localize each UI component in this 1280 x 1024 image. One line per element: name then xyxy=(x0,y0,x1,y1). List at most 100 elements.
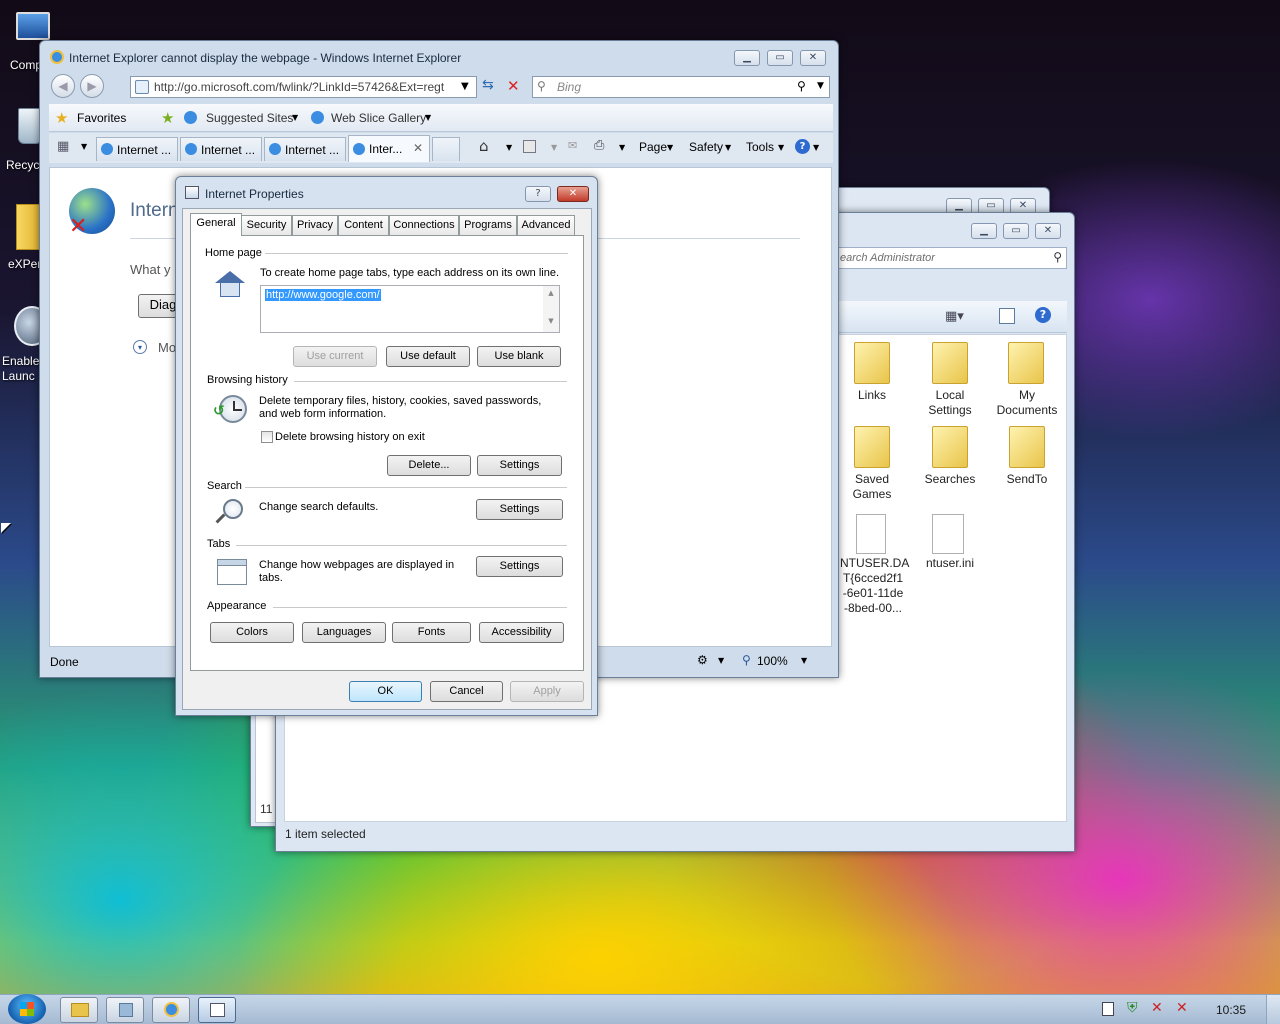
chevron-down-icon[interactable]: ▼ xyxy=(667,143,673,152)
print-icon[interactable]: ⎙ xyxy=(594,138,604,153)
browser-tab[interactable]: Internet ... xyxy=(96,137,178,161)
more-information-link[interactable]: Mo xyxy=(158,340,176,355)
expand-more-icon[interactable]: ▾ xyxy=(133,340,147,354)
chevron-down-icon[interactable]: ▼ xyxy=(619,143,625,152)
taskbar-app-button[interactable] xyxy=(106,997,144,1023)
web-slice-gallery-link[interactable]: Web Slice Gallery xyxy=(331,111,426,125)
chevron-down-icon[interactable]: ▼ xyxy=(801,656,807,665)
back-button[interactable]: ◀ xyxy=(51,74,75,98)
stop-icon[interactable]: ✕ xyxy=(507,77,520,95)
home-icon[interactable]: ⌂ xyxy=(479,137,489,155)
delete-history-button[interactable]: Delete... xyxy=(387,455,471,476)
tools-menu[interactable]: Tools xyxy=(746,140,774,154)
languages-button[interactable]: Languages xyxy=(302,622,386,643)
clock[interactable]: 10:35 xyxy=(1216,1003,1246,1017)
security-shield-icon[interactable]: ⛨ xyxy=(1127,1000,1138,1016)
search-input[interactable]: earch Administrator ⚲ xyxy=(831,247,1067,269)
use-blank-button[interactable]: Use blank xyxy=(477,346,561,367)
tab-list-icon[interactable]: ▼ xyxy=(81,142,87,151)
search-icon[interactable]: ⚲ xyxy=(797,79,806,93)
taskbar-explorer-button[interactable] xyxy=(60,997,98,1023)
tab-content[interactable]: Content xyxy=(338,215,389,235)
zoom-level[interactable]: 100% xyxy=(757,654,788,668)
notification-icon[interactable] xyxy=(1102,1002,1114,1016)
folder-my-documents[interactable]: My Documents xyxy=(992,338,1062,418)
taskbar-ie-button[interactable] xyxy=(152,997,190,1023)
use-default-button[interactable]: Use default xyxy=(386,346,470,367)
folder-local-settings[interactable]: Local Settings xyxy=(918,338,982,418)
add-favorites-icon[interactable]: ★ xyxy=(161,109,174,127)
read-mail-icon[interactable]: ✉ xyxy=(568,139,577,152)
search-input[interactable]: ⚲ Bing ⚲ ▼ xyxy=(532,76,830,98)
chevron-down-icon[interactable]: ▼ xyxy=(813,143,819,152)
folder-links[interactable]: Links xyxy=(842,338,902,404)
folder-sendto[interactable]: SendTo xyxy=(996,422,1058,488)
feeds-icon[interactable] xyxy=(523,140,536,153)
ok-button[interactable]: OK xyxy=(349,681,422,702)
tabs-settings-button[interactable]: Settings xyxy=(476,556,563,577)
tab-advanced[interactable]: Advanced xyxy=(517,215,575,235)
search-options-icon[interactable]: ▼ xyxy=(817,81,824,91)
history-settings-button[interactable]: Settings xyxy=(477,455,562,476)
chevron-down-icon[interactable]: ▼ xyxy=(725,143,731,152)
minimize-button[interactable]: ▁ xyxy=(971,223,997,239)
use-current-button[interactable]: Use current xyxy=(293,346,377,367)
maximize-button[interactable]: ▭ xyxy=(1003,223,1029,239)
help-icon[interactable]: ? xyxy=(795,139,810,154)
close-button[interactable]: ✕ xyxy=(1035,223,1061,239)
network-icon[interactable]: ✕ xyxy=(1151,1000,1163,1016)
chevron-down-icon[interactable]: ▼ xyxy=(778,143,784,152)
tab-security[interactable]: Security xyxy=(241,215,292,235)
suggested-sites-link[interactable]: Suggested Sites xyxy=(206,111,293,125)
close-tab-icon[interactable]: ✕ xyxy=(413,141,423,155)
help-button[interactable]: ? xyxy=(525,186,551,202)
chevron-down-icon[interactable]: ▼ xyxy=(506,143,512,152)
chevron-down-icon[interactable]: ▼ xyxy=(292,113,298,122)
apply-button[interactable]: Apply xyxy=(510,681,584,702)
taskbar-internet-options-button[interactable] xyxy=(198,997,236,1023)
favorites-button[interactable]: Favorites xyxy=(77,111,126,125)
accessibility-button[interactable]: Accessibility xyxy=(479,622,564,643)
delete-on-exit-checkbox[interactable] xyxy=(261,431,273,443)
close-button[interactable]: ✕ xyxy=(800,50,826,66)
tab-privacy[interactable]: Privacy xyxy=(292,215,338,235)
page-menu[interactable]: Page xyxy=(639,140,667,154)
chevron-down-icon[interactable]: ▼ xyxy=(551,143,557,152)
chevron-down-icon[interactable]: ▼ xyxy=(425,113,431,122)
folder-saved-games[interactable]: Saved Games xyxy=(842,422,902,502)
quick-tabs-icon[interactable]: ▦ xyxy=(57,139,69,154)
browser-tab[interactable]: Internet ... xyxy=(264,137,346,161)
tab-connections[interactable]: Connections xyxy=(389,215,459,235)
folder-searches[interactable]: Searches xyxy=(918,422,982,488)
tab-general[interactable]: General xyxy=(190,213,242,236)
file-ntuser-ini[interactable]: ntuser.ini xyxy=(918,512,982,578)
chevron-down-icon[interactable]: ▼ xyxy=(718,656,724,665)
address-bar[interactable]: http://go.microsoft.com/fwlink/?LinkId=5… xyxy=(130,76,477,98)
new-tab-button[interactable] xyxy=(432,137,460,161)
help-icon[interactable]: ? xyxy=(1035,307,1051,323)
browser-tab-active[interactable]: Inter... ✕ xyxy=(348,135,430,162)
maximize-button[interactable]: ▭ xyxy=(767,50,793,66)
colors-button[interactable]: Colors xyxy=(210,622,294,643)
views-icon[interactable]: ▦▾ xyxy=(945,309,964,324)
textarea-scrollbar[interactable]: ▲ ▼ xyxy=(543,286,559,332)
safety-menu[interactable]: Safety xyxy=(689,140,723,154)
minimize-button[interactable]: ▁ xyxy=(734,50,760,66)
browser-tab[interactable]: Internet ... xyxy=(180,137,262,161)
preview-pane-icon[interactable] xyxy=(999,308,1015,324)
refresh-icon[interactable]: ⇆ xyxy=(482,77,494,93)
search-settings-button[interactable]: Settings xyxy=(476,499,563,520)
fonts-button[interactable]: Fonts xyxy=(392,622,471,643)
show-desktop-button[interactable] xyxy=(1266,995,1280,1024)
address-text: http://go.microsoft.com/fwlink/?LinkId=5… xyxy=(154,80,445,94)
home-page-textarea[interactable]: http://www.google.com/ ▲ ▼ xyxy=(260,285,560,333)
file-ntuser-dat[interactable]: NTUSER.DA T{6cced2f1 -6e01-11de -8bed-00… xyxy=(840,512,909,622)
close-button[interactable]: ✕ xyxy=(557,186,589,202)
zoom-icon[interactable]: ⚲ xyxy=(742,653,751,667)
volume-muted-icon[interactable]: ✕ xyxy=(1176,1000,1188,1016)
tab-programs[interactable]: Programs xyxy=(459,215,517,235)
forward-button[interactable]: ▶ xyxy=(80,74,104,98)
address-dropdown-icon[interactable]: ▼ xyxy=(461,81,469,92)
start-button[interactable] xyxy=(8,994,46,1024)
cancel-button[interactable]: Cancel xyxy=(430,681,503,702)
